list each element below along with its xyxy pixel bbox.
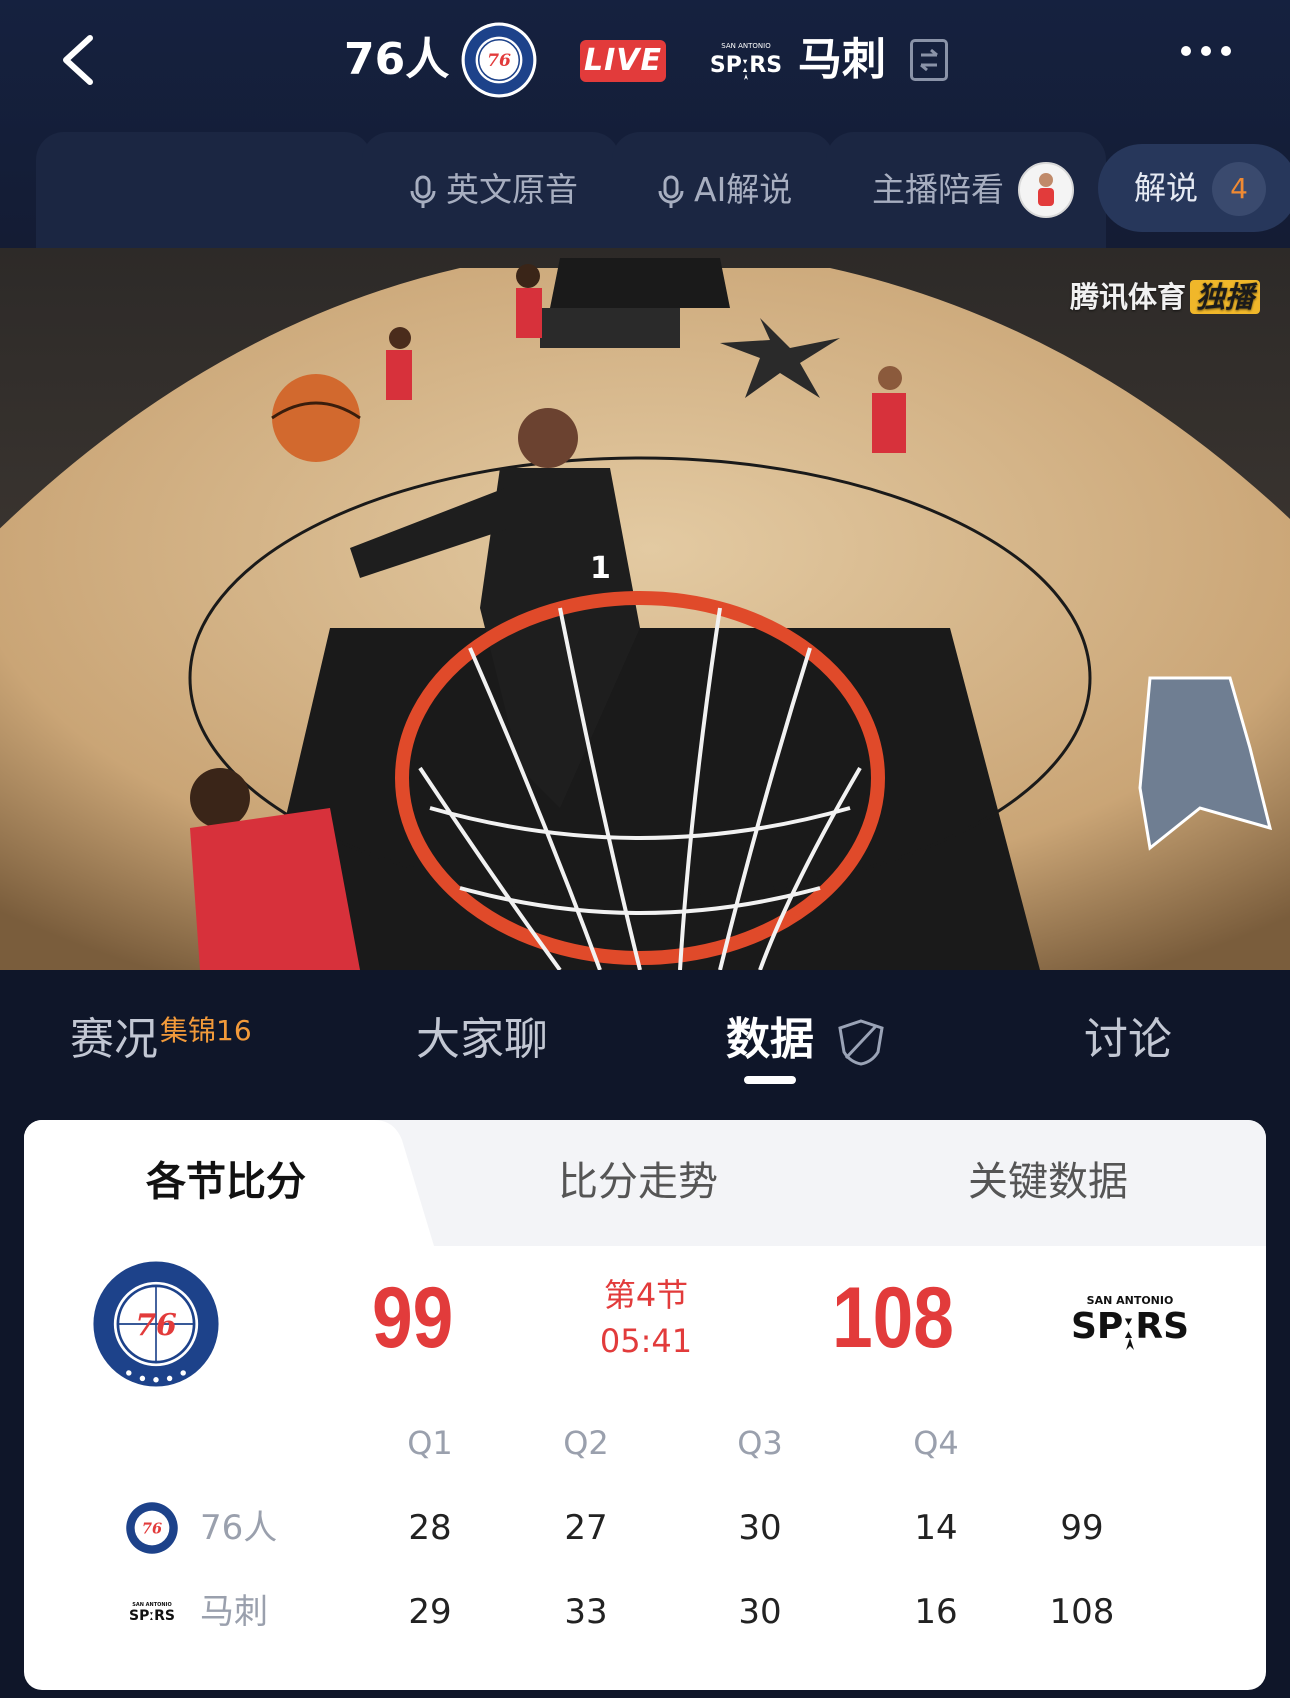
tab-label: 讨论 xyxy=(1084,1014,1172,1065)
tab-label: 大家聊 xyxy=(416,1014,548,1065)
total-score: 108 xyxy=(1049,1592,1115,1632)
76ers-logo: 76 xyxy=(124,1500,180,1556)
microphone-icon xyxy=(658,175,684,208)
quarter-score: 27 xyxy=(564,1508,608,1548)
content-tabs: 赛况集锦16 大家聊 数据 讨论 xyxy=(0,970,1290,1118)
quarter-score: 33 xyxy=(564,1592,608,1632)
subtab-quarter-scores[interactable]: 各节比分 xyxy=(146,1152,306,1212)
active-tab-indicator xyxy=(744,1076,796,1084)
watermark-badge: 独播 xyxy=(1189,280,1260,314)
spurs-logo: SAN ANTONIO SPːRS xyxy=(129,1602,175,1624)
host-avatar xyxy=(1018,162,1074,218)
more-icon[interactable] xyxy=(1176,36,1236,66)
highlights-badge: 集锦16 xyxy=(160,1014,252,1047)
tab-discussion[interactable]: 讨论 xyxy=(1084,1010,1172,1070)
tab-chat[interactable]: 大家聊 xyxy=(416,1010,548,1070)
svg-text:76: 76 xyxy=(135,1308,177,1343)
quarter-header: Q1 xyxy=(407,1424,453,1462)
quarter-score: 30 xyxy=(738,1508,782,1548)
quarter-score: 16 xyxy=(914,1592,958,1632)
svg-text:SAN ANTONIO: SAN ANTONIO xyxy=(721,42,771,50)
tab-game-status[interactable]: 赛况集锦16 xyxy=(70,1010,252,1075)
svg-text:76: 76 xyxy=(487,51,511,71)
quarter-score: 29 xyxy=(408,1592,452,1632)
audio-tab-english[interactable]: 英文原音 xyxy=(362,132,620,248)
team-name: 76人 xyxy=(200,1508,278,1548)
audio-tab-label: 主播陪看 xyxy=(872,170,1004,209)
period-label: 第4节 xyxy=(603,1276,689,1314)
quarter-header: Q4 xyxy=(913,1424,959,1462)
switch-icon[interactable] xyxy=(910,39,948,81)
audio-tab-ai[interactable]: AI解说 xyxy=(612,132,834,248)
quarter-score: 28 xyxy=(408,1508,452,1548)
audio-tab-label: 英文原音 xyxy=(446,170,578,209)
svg-text:76: 76 xyxy=(142,1521,162,1538)
score-card: 各节比分 比分走势 关键数据 76 99 第4节 05:41 108 SAN A… xyxy=(24,1120,1266,1690)
audio-tab-host[interactable]: 主播陪看 xyxy=(826,132,1106,248)
quarter-score: 30 xyxy=(738,1592,782,1632)
subtab-key-stats[interactable]: 关键数据 xyxy=(968,1152,1128,1212)
76ers-logo: 76 xyxy=(89,1257,223,1391)
audio-tabs: 英文原音 AI解说 主播陪看 解说 4 xyxy=(0,132,1290,248)
home-score: 99 xyxy=(372,1270,454,1366)
76ers-logo: 76 xyxy=(461,22,537,98)
video-frame: 1 xyxy=(0,248,1290,970)
spurs-logo: SAN ANTONIO SPːRS xyxy=(1071,1294,1189,1350)
table-row: SAN ANTONIO SPːRS 马刺 29 33 30 16 108 xyxy=(24,1582,1266,1642)
team-name: 马刺 xyxy=(200,1592,268,1632)
audio-tab-label: AI解说 xyxy=(694,170,793,209)
video-watermark: 腾讯体育 独播 xyxy=(1070,274,1260,318)
matchup-bar: 76人 76 LIVE SAN ANTONIO SPːRS 马刺 xyxy=(0,22,1290,98)
home-team-name: 76人 xyxy=(344,34,450,85)
commentary-count: 4 xyxy=(1212,162,1266,216)
live-score: 76 99 第4节 05:41 108 SAN ANTONIO SPːRS xyxy=(24,1246,1266,1446)
game-header: 76人 76 LIVE SAN ANTONIO SPːRS 马刺 英文原音 AI… xyxy=(0,0,1290,248)
subtab-score-trend[interactable]: 比分走势 xyxy=(558,1152,718,1212)
svg-text:1: 1 xyxy=(590,551,611,586)
microphone-icon xyxy=(410,175,436,208)
away-score: 108 xyxy=(832,1270,954,1366)
tab-data[interactable]: 数据 xyxy=(726,1010,884,1070)
tab-label: 数据 xyxy=(726,1014,814,1065)
shield-icon xyxy=(838,1019,884,1066)
score-subtabs: 各节比分 比分走势 关键数据 xyxy=(24,1120,1266,1246)
quarter-score: 14 xyxy=(914,1508,958,1548)
audio-tab-blank[interactable] xyxy=(36,132,372,248)
tab-label: 赛况 xyxy=(70,1014,158,1065)
video-player[interactable]: 1 腾讯体育 独播 xyxy=(0,248,1290,970)
game-clock: 05:41 xyxy=(599,1322,693,1360)
total-score: 99 xyxy=(1060,1508,1104,1548)
spurs-logo: SAN ANTONIO SPːRS xyxy=(710,42,782,80)
commentary-button[interactable]: 解说 4 xyxy=(1098,144,1290,232)
table-row: 76 76人 28 27 30 14 99 xyxy=(24,1498,1266,1558)
quarter-header: Q3 xyxy=(737,1424,783,1462)
watermark-text: 腾讯体育 xyxy=(1069,280,1186,314)
quarter-header: Q2 xyxy=(563,1424,609,1462)
commentary-label: 解说 xyxy=(1134,169,1199,207)
away-team-name: 马刺 xyxy=(798,34,886,85)
live-badge: LIVE xyxy=(580,40,666,82)
svg-text:SPːRS: SPːRS xyxy=(129,1608,175,1624)
period-clock: 第4节 05:41 xyxy=(546,1272,746,1364)
